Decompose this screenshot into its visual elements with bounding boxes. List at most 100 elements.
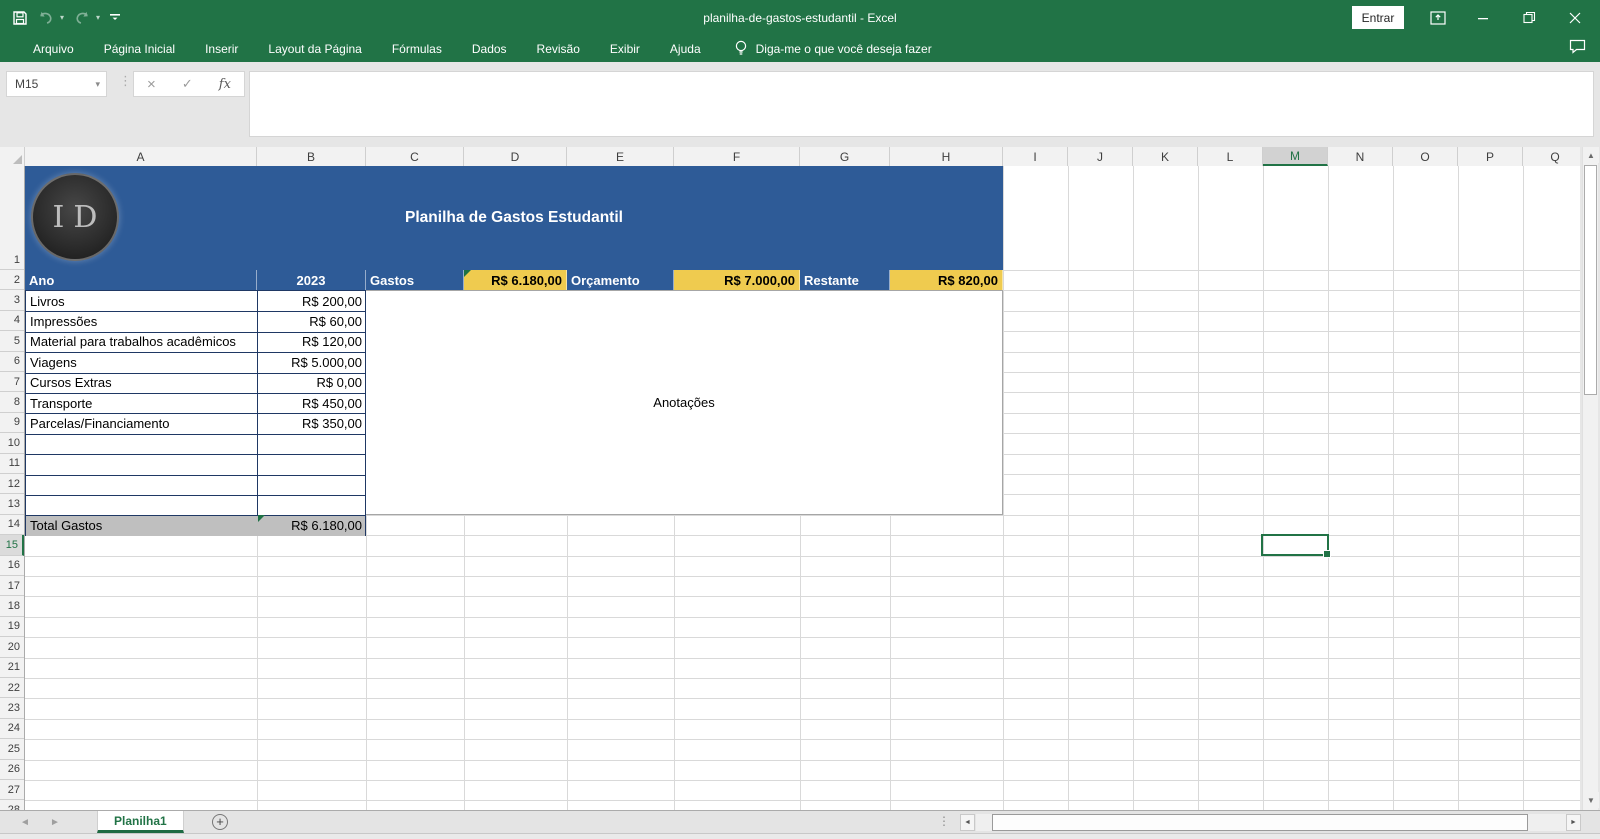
previous-sheet-icon[interactable]: ◄ bbox=[20, 811, 30, 833]
vertical-scrollbar[interactable]: ▲ ▼ bbox=[1582, 147, 1599, 810]
tab-scroll-splitter[interactable]: ⋮ bbox=[938, 814, 950, 828]
cell-B11[interactable] bbox=[258, 454, 365, 474]
minimize-button[interactable] bbox=[1466, 0, 1500, 35]
column-header-K[interactable]: K bbox=[1133, 147, 1198, 166]
undo-icon[interactable] bbox=[37, 11, 55, 25]
cell-H2-restante-value[interactable]: R$ 820,00 bbox=[890, 270, 1003, 291]
cell-B4[interactable]: R$ 60,00 bbox=[258, 311, 365, 331]
selected-cell-M15[interactable] bbox=[1261, 534, 1331, 558]
cell-A2-ano-label[interactable]: Ano bbox=[25, 270, 257, 291]
cell-B3[interactable]: R$ 200,00 bbox=[258, 291, 365, 311]
restore-button[interactable] bbox=[1512, 0, 1546, 35]
row-header-26[interactable]: 26 bbox=[0, 760, 24, 780]
customize-qat-icon[interactable] bbox=[109, 12, 121, 24]
fill-handle[interactable] bbox=[1323, 550, 1331, 558]
column-header-D[interactable]: D bbox=[464, 147, 567, 166]
row-header-27[interactable]: 27 bbox=[0, 780, 24, 801]
column-header-O[interactable]: O bbox=[1393, 147, 1458, 166]
cell-B5[interactable]: R$ 120,00 bbox=[258, 332, 365, 352]
ribbon-tab-inserir[interactable]: Inserir bbox=[190, 35, 253, 62]
sign-in-button[interactable]: Entrar bbox=[1352, 6, 1404, 29]
cell-A9[interactable]: Parcelas/Financiamento bbox=[26, 413, 257, 433]
cell-C2-gastos-label[interactable]: Gastos bbox=[366, 270, 464, 291]
next-sheet-icon[interactable]: ► bbox=[50, 811, 60, 833]
comment-icon[interactable] bbox=[1569, 39, 1586, 54]
column-header-J[interactable]: J bbox=[1068, 147, 1133, 166]
row-header-3[interactable]: 3 bbox=[0, 290, 24, 311]
insert-function-icon[interactable]: fx bbox=[219, 77, 231, 92]
column-header-F[interactable]: F bbox=[674, 147, 800, 166]
scroll-down-icon[interactable]: ▼ bbox=[1583, 792, 1599, 808]
row-header-15[interactable]: 15 bbox=[0, 535, 24, 556]
row-header-11[interactable]: 11 bbox=[0, 454, 24, 474]
ribbon-tab-arquivo[interactable]: Arquivo bbox=[18, 35, 89, 62]
column-header-H[interactable]: H bbox=[890, 147, 1003, 166]
row-header-25[interactable]: 25 bbox=[0, 739, 24, 760]
cell-A14-total-label[interactable]: Total Gastos bbox=[26, 515, 257, 535]
formula-bar-splitter[interactable]: ⋮ bbox=[119, 73, 132, 89]
undo-caret-icon[interactable]: ▾ bbox=[60, 13, 64, 22]
column-header-E[interactable]: E bbox=[567, 147, 674, 166]
cell-B13[interactable] bbox=[258, 495, 365, 515]
cell-B14-total-value[interactable]: R$ 6.180,00 bbox=[258, 515, 365, 535]
row-header-2[interactable]: 2 bbox=[0, 270, 24, 291]
column-header-B[interactable]: B bbox=[257, 147, 366, 166]
row-header-9[interactable]: 9 bbox=[0, 413, 24, 434]
row-header-16[interactable]: 16 bbox=[0, 556, 24, 576]
column-header-Q[interactable]: Q bbox=[1523, 147, 1580, 166]
ribbon-tab-p-gina-inicial[interactable]: Página Inicial bbox=[89, 35, 190, 62]
formula-input[interactable] bbox=[249, 71, 1594, 137]
sheet-grid[interactable]: ID Planilha de Gastos Estudantil Ano 2023… bbox=[0, 166, 1580, 810]
cell-F2-orcamento-value[interactable]: R$ 7.000,00 bbox=[674, 270, 800, 291]
cell-B2-year[interactable]: 2023 bbox=[257, 270, 366, 291]
row-header-1[interactable]: 1 bbox=[0, 166, 24, 270]
row-header-20[interactable]: 20 bbox=[0, 637, 24, 658]
cell-B12[interactable] bbox=[258, 475, 365, 495]
tell-me-box[interactable]: Diga-me o que você deseja fazer bbox=[734, 40, 932, 57]
row-header-18[interactable]: 18 bbox=[0, 596, 24, 617]
row-header-22[interactable]: 22 bbox=[0, 678, 24, 699]
column-header-I[interactable]: I bbox=[1003, 147, 1068, 166]
cell-B10[interactable] bbox=[258, 434, 365, 454]
cell-A6[interactable]: Viagens bbox=[26, 352, 257, 372]
cell-A12[interactable] bbox=[26, 475, 257, 495]
cell-D2-gastos-value[interactable]: R$ 6.180,00 bbox=[464, 270, 567, 291]
ribbon-tab-dados[interactable]: Dados bbox=[457, 35, 522, 62]
cell-A3[interactable]: Livros bbox=[26, 291, 257, 311]
row-header-23[interactable]: 23 bbox=[0, 698, 24, 719]
row-header-13[interactable]: 13 bbox=[0, 494, 24, 515]
ribbon-tab-layout-da-p-gina[interactable]: Layout da Página bbox=[253, 35, 376, 62]
row-header-24[interactable]: 24 bbox=[0, 719, 24, 740]
row-header-5[interactable]: 5 bbox=[0, 331, 24, 352]
cell-A10[interactable] bbox=[26, 434, 257, 454]
cell-A5[interactable]: Material para trabalhos acadêmicos bbox=[26, 332, 257, 352]
cell-A4[interactable]: Impressões bbox=[26, 311, 257, 331]
column-header-P[interactable]: P bbox=[1458, 147, 1523, 166]
cell-A7[interactable]: Cursos Extras bbox=[26, 373, 257, 393]
row-header-12[interactable]: 12 bbox=[0, 474, 24, 495]
vertical-scrollbar-thumb[interactable] bbox=[1584, 165, 1597, 395]
add-sheet-button[interactable]: + bbox=[212, 814, 228, 830]
scroll-left-icon[interactable]: ◄ bbox=[960, 814, 975, 831]
redo-icon[interactable] bbox=[73, 11, 91, 25]
column-header-M[interactable]: M bbox=[1263, 147, 1328, 166]
row-header-10[interactable]: 10 bbox=[0, 433, 24, 454]
row-header-19[interactable]: 19 bbox=[0, 617, 24, 638]
ribbon-tab-exibir[interactable]: Exibir bbox=[595, 35, 655, 62]
cell-A11[interactable] bbox=[26, 454, 257, 474]
cell-A13[interactable] bbox=[26, 495, 257, 515]
enter-icon[interactable]: ✓ bbox=[182, 76, 193, 92]
row-header-28[interactable]: 28 bbox=[0, 800, 24, 810]
name-box[interactable]: M15 ▾ bbox=[6, 71, 107, 97]
cell-B9[interactable]: R$ 350,00 bbox=[258, 413, 365, 433]
row-header-4[interactable]: 4 bbox=[0, 311, 24, 332]
row-header-21[interactable]: 21 bbox=[0, 658, 24, 678]
cell-B7[interactable]: R$ 0,00 bbox=[258, 373, 365, 393]
row-header-6[interactable]: 6 bbox=[0, 352, 24, 372]
column-header-N[interactable]: N bbox=[1328, 147, 1393, 166]
row-header-17[interactable]: 17 bbox=[0, 576, 24, 597]
cell-A8[interactable]: Transporte bbox=[26, 393, 257, 413]
scroll-up-icon[interactable]: ▲ bbox=[1583, 147, 1599, 163]
ribbon-tab-f-rmulas[interactable]: Fórmulas bbox=[377, 35, 457, 62]
scroll-right-icon[interactable]: ► bbox=[1566, 814, 1581, 831]
